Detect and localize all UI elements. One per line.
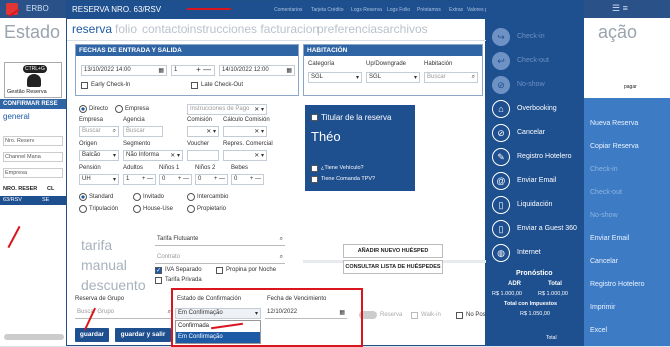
document-icon: ▯	[492, 196, 510, 214]
nights-stepper[interactable]: 1 + —	[171, 65, 215, 76]
tab-contacto[interactable]: contacto	[142, 22, 187, 36]
home-icon: ⌂	[492, 100, 510, 118]
agencia-search[interactable]: Buscar	[123, 126, 163, 137]
background-page-title-right: ação	[598, 22, 638, 42]
horizontal-scrollbar[interactable]	[4, 334, 64, 340]
ninos1-stepper[interactable]: 0 + —	[159, 174, 192, 185]
habitacion-search[interactable]: Buscar ⌕	[424, 72, 478, 83]
gestao-reserva-card[interactable]: CTRL+G Gestão Reserva	[4, 62, 62, 98]
checkin-icon: ↪	[492, 28, 510, 46]
highlight-box	[171, 288, 363, 347]
vehiculo-checkbox[interactable]	[311, 165, 318, 172]
habitacion-section: HABITACIÓN Categoría Up/Downgrade Habita…	[303, 44, 483, 96]
tab-preferencias[interactable]: preferencias	[317, 22, 383, 36]
titular-name: Théo	[311, 129, 341, 144]
dates-section: FECHAS DE ENTRADA Y SALIDA 13/10/2022 14…	[75, 44, 299, 96]
general-tab[interactable]: general	[3, 112, 30, 121]
empresa-radio[interactable]	[115, 105, 123, 113]
repres-select[interactable]: ✕ ▾	[223, 150, 267, 161]
search-icon: ⌕	[112, 128, 116, 134]
categoria-select[interactable]: SGL ▾	[308, 72, 362, 83]
globe-icon: ◍	[492, 244, 510, 262]
updowngrade-select[interactable]: SGL ▾	[366, 72, 420, 83]
add-huesped-button[interactable]: AÑADIR NUEVO HUÉSPED	[343, 244, 443, 258]
empresa-search[interactable]: Buscar ⌕	[79, 126, 119, 137]
modal-tabs: reserva folio contacto instrucciones fac…	[67, 19, 487, 41]
comision-select[interactable]: ✕ ▾	[187, 126, 219, 137]
modal-header: RESERVA NRO. 63/RSV Comentarios Tarjeta …	[67, 1, 508, 19]
tab-reserva[interactable]: reserva	[72, 22, 112, 36]
tarifa-privada-checkbox[interactable]	[155, 277, 162, 284]
guardar-button[interactable]: guardar	[75, 328, 109, 342]
search-icon: ⌕	[279, 236, 283, 242]
titular-box: Titular de la reserva Théo ¿Tiene Vehícu…	[305, 105, 415, 191]
origen-select[interactable]: Balcão ▾	[79, 150, 119, 161]
early-checkin-checkbox[interactable]	[81, 82, 88, 89]
document-icon: ▯	[492, 220, 510, 238]
voucher-input[interactable]	[187, 150, 219, 161]
nopost-checkbox[interactable]	[456, 312, 463, 319]
late-checkout-checkbox[interactable]	[191, 82, 198, 89]
background-left-panel: CTRL+G Gestão Reserva CONFIRMAR RESE gen…	[0, 58, 70, 346]
segmento-select[interactable]: Não Informa ✕ ▾	[123, 150, 183, 161]
tab-folio[interactable]: folio	[115, 22, 137, 36]
noshow-icon: ⊘	[492, 76, 510, 94]
tarifa-input[interactable]: Tarifa Flutuante ⌕	[155, 235, 285, 246]
guardar-salir-button[interactable]: guardar y salir	[115, 328, 171, 342]
ninos2-stepper[interactable]: 0 + —	[195, 174, 228, 185]
pension-select[interactable]: UH ▾	[79, 174, 119, 185]
grid-row-selected[interactable]: 63/RSV SE	[0, 196, 70, 205]
bebes-stepper[interactable]: 0 + —	[231, 174, 264, 185]
tab-archivos[interactable]: archivos	[383, 22, 428, 36]
reserva-modal: RESERVA NRO. 63/RSV Comentarios Tarjeta …	[66, 0, 508, 347]
contrato-input[interactable]: Contrato ⌕	[155, 253, 285, 264]
calculo-comision-select[interactable]: ✕ ▾	[223, 126, 267, 137]
propietario-radio[interactable]	[187, 205, 195, 213]
calendar-icon[interactable]: ▦	[286, 67, 292, 74]
search-icon[interactable]: ⌕	[472, 74, 475, 81]
highlight-arrow	[187, 8, 231, 10]
user-icon	[27, 74, 41, 87]
app-title: ERBO	[26, 4, 49, 13]
standard-radio[interactable]	[79, 193, 87, 201]
action-panel: ↪ Check-in ↩ Check-out ⊘ No-show ⌂ Overbooki…	[486, 0, 584, 346]
instrucciones-pago-select[interactable]: Instrucciones de Pago ✕ ▾	[187, 104, 267, 115]
propina-checkbox[interactable]	[216, 267, 223, 274]
tripulacion-radio[interactable]	[79, 205, 87, 213]
at-icon: @	[492, 172, 510, 190]
background-right-menu: pagar Nueva Reserva Copiar Reserva Check…	[584, 58, 670, 346]
checkout-date-input[interactable]: 14/10/2022 12:00 ▦	[219, 65, 295, 76]
cliente-section: Directo Empresa Instrucciones de Pago ✕ ▾…	[79, 104, 273, 213]
cancel-icon: ⊘	[492, 124, 510, 142]
search-icon: ⌕	[279, 254, 283, 260]
modal-title: RESERVA NRO. 63/RSV	[72, 5, 162, 14]
invitado-radio[interactable]	[133, 193, 141, 201]
consultar-huespedes-button[interactable]: CONSULTAR LISTA DE HUÉSPEDES	[343, 260, 443, 274]
house-use-radio[interactable]	[133, 205, 141, 213]
checkout-icon: ↩	[492, 52, 510, 70]
intercambio-radio[interactable]	[187, 193, 195, 201]
checkin-date-input[interactable]: 13/10/2022 14:00 ▦	[81, 65, 167, 76]
titular-checkbox[interactable]	[311, 114, 318, 121]
iva-checkbox[interactable]: ✓	[155, 267, 162, 274]
directo-radio[interactable]	[79, 105, 87, 113]
walkin-checkbox[interactable]	[411, 312, 418, 319]
calendar-icon[interactable]: ▦	[158, 67, 164, 74]
register-icon: ✎	[492, 148, 510, 166]
tab-instrucciones[interactable]: instrucciones facturacion	[187, 22, 319, 36]
comanda-checkbox[interactable]	[311, 176, 318, 183]
hamburger-icon[interactable]: ☰ ≡	[612, 3, 628, 14]
adultos-stepper[interactable]: 1 + —	[123, 174, 156, 185]
